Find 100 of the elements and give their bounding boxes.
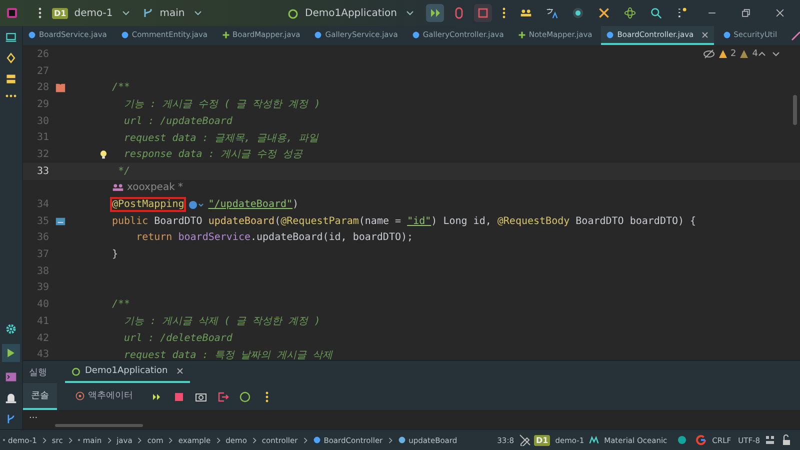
panel-title: 실행 <box>29 366 47 378</box>
class-icon <box>412 30 420 38</box>
atom-icon[interactable] <box>624 7 636 19</box>
run-tab[interactable]: Demo1Application <box>65 361 190 383</box>
settings-icon[interactable] <box>5 323 17 335</box>
code-token: "/updateBoard" <box>208 199 293 210</box>
restore-icon[interactable] <box>740 7 752 19</box>
console-tab[interactable]: 콘솔 <box>23 383 57 410</box>
camera-icon[interactable] <box>195 390 207 402</box>
scrollbar-thumb[interactable] <box>793 95 797 125</box>
warning-icon <box>718 49 728 59</box>
code-token: boardService <box>178 232 250 244</box>
code-token: @RequestBody <box>497 216 570 227</box>
hidden-eye-icon[interactable] <box>702 48 715 60</box>
line-number: 29 <box>36 98 49 110</box>
code-token: public <box>112 216 150 227</box>
line-number: 37 <box>36 249 49 260</box>
class-icon <box>314 30 322 38</box>
structure-icon[interactable] <box>5 52 17 64</box>
class-icon <box>722 30 731 38</box>
line-number: 27 <box>36 66 49 77</box>
more-label[interactable]: ... <box>23 411 38 421</box>
line-number: 30 <box>36 116 49 127</box>
project-badge: D1 <box>52 8 68 18</box>
code-token: updateBoard <box>208 216 275 227</box>
chevron-right-icon <box>216 436 221 444</box>
tab-label: Demo1Application <box>85 366 168 376</box>
translate-icon[interactable] <box>546 7 558 19</box>
run-config-dropdown[interactable]: Demo1Application <box>305 8 397 18</box>
class-icon <box>120 30 129 38</box>
stop-icon[interactable] <box>173 390 185 402</box>
people-icon[interactable] <box>520 7 532 19</box>
theme-icon <box>589 435 600 445</box>
code-token: @RequestParam <box>280 216 359 227</box>
author-hint[interactable]: xooxpeak * <box>127 182 184 194</box>
more-actions-icon[interactable] <box>265 390 269 402</box>
code-token: /** <box>112 299 130 310</box>
run-config-icon <box>71 366 81 376</box>
console-tab[interactable]: 액추에이터 <box>67 383 141 410</box>
stop-icon[interactable] <box>474 4 492 22</box>
main-menu-icon[interactable] <box>38 7 42 19</box>
code-token: "id" <box>407 216 432 227</box>
lightbulb-icon[interactable] <box>98 148 109 160</box>
line-number: 34 <box>36 199 49 210</box>
record-icon[interactable] <box>572 7 584 19</box>
app-logo-icon[interactable] <box>6 7 18 19</box>
code-token: url : /updateBoard <box>123 116 232 127</box>
code-token: */ <box>117 166 130 177</box>
chevron-right-icon <box>106 436 112 444</box>
implements-icon[interactable] <box>55 216 66 227</box>
code-token: (name = <box>358 216 402 227</box>
tab-close-icon[interactable] <box>700 30 709 38</box>
book-icon[interactable] <box>55 82 66 94</box>
scrollbar-thumb[interactable] <box>55 424 143 427</box>
chevron-right-icon <box>168 436 174 444</box>
code-token: BoardDTO boardDTO) { <box>574 216 696 227</box>
branch-dropdown[interactable]: main <box>160 8 185 18</box>
chevron-down-icon[interactable] <box>122 10 130 16</box>
chevron-right-icon <box>68 436 73 444</box>
line-number: 43 <box>36 349 49 360</box>
status-dot-icon[interactable] <box>678 436 686 444</box>
line-number: 40 <box>36 299 49 310</box>
code-token: response data : 게시글 수정 성공 <box>123 148 302 162</box>
tab-label: 콘솔 <box>31 390 49 402</box>
code-token: 기능 : 게시글 수정 ( 글 작성한 계정 ) <box>123 98 320 112</box>
more-actions-icon[interactable] <box>502 7 506 19</box>
chevron-right-icon <box>42 436 47 444</box>
code-token: ) <box>292 199 299 210</box>
pencil-off-icon[interactable] <box>519 434 531 446</box>
line-number: 42 <box>36 332 49 344</box>
class-icon <box>606 30 614 38</box>
search-icon[interactable] <box>650 7 662 19</box>
exit-icon[interactable] <box>217 390 229 402</box>
class-icon <box>28 30 36 38</box>
run-icon[interactable] <box>426 4 444 22</box>
chevron-down-icon[interactable] <box>194 10 202 16</box>
alert-icon[interactable] <box>5 392 17 404</box>
line-number: 32 <box>36 148 49 160</box>
chevron-right-icon <box>302 436 308 444</box>
run-config-icon <box>287 7 300 19</box>
lock-open-icon[interactable] <box>780 434 792 446</box>
warning-count[interactable]: 2 <box>730 49 736 59</box>
arrow-down-icon[interactable] <box>772 51 780 57</box>
project-view-icon[interactable] <box>5 31 17 43</box>
weak-warning-count[interactable]: 4 <box>752 49 758 59</box>
line-number: 33 <box>36 166 49 177</box>
tab-close-icon[interactable] <box>176 367 184 375</box>
close-icon[interactable] <box>774 7 786 19</box>
code-token: request data : 글제목, 글내용, 파일 <box>123 132 318 145</box>
terminal-icon[interactable] <box>5 371 17 383</box>
line-number: 26 <box>36 48 49 60</box>
arrow-up-icon[interactable] <box>758 51 766 57</box>
more-tools-icon[interactable] <box>5 94 17 98</box>
code-token: 기능 : 게시글 삭제 ( 글 작성한 계정 ) <box>123 315 320 328</box>
chevron-down-icon[interactable] <box>406 10 414 16</box>
method-icon <box>398 436 406 444</box>
git-icon[interactable] <box>5 413 17 425</box>
line-number: 35 <box>36 216 49 227</box>
project-dropdown[interactable]: demo-1 <box>74 8 113 18</box>
run-tool-icon[interactable] <box>2 344 20 362</box>
